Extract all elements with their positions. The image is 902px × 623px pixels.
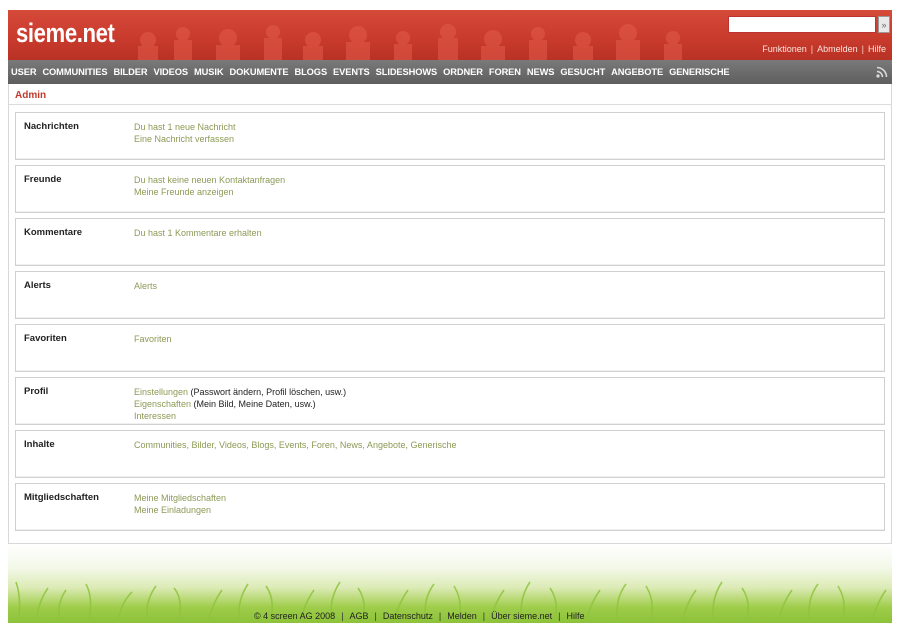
nav-item-musik[interactable]: MUSIK <box>194 67 224 77</box>
section-mitgliedschaften: Mitgliedschaften Meine Mitgliedschaften … <box>15 483 885 531</box>
site-logo[interactable]: sieme.net <box>16 18 115 49</box>
agb-link[interactable]: AGB <box>350 611 369 621</box>
new-message-link[interactable]: Du hast 1 neue Nachricht <box>134 122 236 132</box>
report-link[interactable]: Melden <box>447 611 477 621</box>
section-label: Freunde <box>24 174 62 185</box>
contact-requests-link[interactable]: Du hast keine neuen Kontaktanfragen <box>134 175 285 185</box>
section-links: Alerts <box>134 280 157 292</box>
section-label: Alerts <box>24 280 51 291</box>
nav-item-blogs[interactable]: BLOGS <box>294 67 327 77</box>
separator: | <box>374 611 377 621</box>
section-label: Kommentare <box>24 227 83 238</box>
footer-links: © 4 screen AG 2008 | AGB | Datenschutz |… <box>254 611 585 621</box>
interests-link[interactable]: Interessen <box>134 411 176 421</box>
site-footer: © 4 screen AG 2008 | AGB | Datenschutz |… <box>8 544 892 623</box>
nav-item-events[interactable]: EVENTS <box>333 67 370 77</box>
page-title: Admin <box>15 90 47 101</box>
header-links: Funktionen | Abmelden | Hilfe <box>762 44 886 54</box>
favorites-link[interactable]: Favoriten <box>134 334 172 344</box>
privacy-link[interactable]: Datenschutz <box>383 611 433 621</box>
help-link[interactable]: Hilfe <box>868 44 886 54</box>
section-inhalte: Inhalte Communities, Bilder, Videos, Blo… <box>15 430 885 478</box>
comments-link[interactable]: Du hast 1 Kommentare erhalten <box>134 228 262 238</box>
memberships-link[interactable]: Meine Mitgliedschaften <box>134 493 226 503</box>
section-favoriten: Favoriten Favoriten <box>15 324 885 372</box>
about-link[interactable]: Über sieme.net <box>491 611 552 621</box>
section-alerts: Alerts Alerts <box>15 271 885 319</box>
logout-link[interactable]: Abmelden <box>817 44 858 54</box>
section-nachrichten: Nachrichten Du hast 1 neue Nachricht Ein… <box>15 112 885 160</box>
page: sieme.net » Funktionen | Abmelden | Hilf… <box>0 0 902 623</box>
nav-item-bilder[interactable]: BILDER <box>113 67 147 77</box>
functions-link[interactable]: Funktionen <box>762 44 807 54</box>
nav-item-gesucht[interactable]: GESUCHT <box>560 67 605 77</box>
show-friends-link[interactable]: Meine Freunde anzeigen <box>134 187 234 197</box>
section-label: Mitgliedschaften <box>24 492 99 503</box>
nav-item-news[interactable]: NEWS <box>527 67 555 77</box>
nav-item-ordner[interactable]: ORDNER <box>443 67 483 77</box>
nav-item-dokumente[interactable]: DOKUMENTE <box>229 67 288 77</box>
main-nav: USER COMMUNITIES BILDER VIDEOS MUSIK DOK… <box>8 60 892 84</box>
nav-item-generische[interactable]: GENERISCHE <box>669 67 730 77</box>
section-links: Communities, Bilder, Videos, Blogs, Even… <box>134 439 457 451</box>
properties-link[interactable]: Eigenschaften <box>134 399 191 409</box>
footer-help-link[interactable]: Hilfe <box>567 611 585 621</box>
content-types-link[interactable]: Communities, Bilder, Videos, Blogs, Even… <box>134 440 457 450</box>
settings-note: (Passwort ändern, Profil löschen, usw.) <box>188 387 347 397</box>
separator: | <box>810 44 814 54</box>
separator: | <box>861 44 864 54</box>
section-links: Meine Mitgliedschaften Meine Einladungen <box>134 492 226 516</box>
section-label: Inhalte <box>24 439 55 450</box>
copyright-text: © 4 screen AG 2008 <box>254 611 336 621</box>
separator: | <box>438 611 442 621</box>
properties-note: (Mein Bild, Meine Daten, usw.) <box>191 399 316 409</box>
section-links: Du hast 1 Kommentare erhalten <box>134 227 262 239</box>
admin-panel: Admin Nachrichten Du hast 1 neue Nachric… <box>8 84 892 544</box>
search-button[interactable]: » <box>878 16 890 33</box>
compose-message-link[interactable]: Eine Nachricht verfassen <box>134 134 234 144</box>
section-label: Nachrichten <box>24 121 79 132</box>
separator: | <box>482 611 486 621</box>
rss-icon[interactable] <box>876 66 888 78</box>
separator: | <box>558 611 561 621</box>
section-links: Du hast 1 neue Nachricht Eine Nachricht … <box>134 121 236 145</box>
divider <box>9 104 891 105</box>
invitations-link[interactable]: Meine Einladungen <box>134 505 211 515</box>
section-profil: Profil Einstellungen (Passwort ändern, P… <box>15 377 885 425</box>
section-label: Profil <box>24 386 49 397</box>
nav-item-user[interactable]: USER <box>11 67 37 77</box>
search-input[interactable] <box>728 16 876 33</box>
nav-item-angebote[interactable]: ANGEBOTE <box>611 67 663 77</box>
nav-item-videos[interactable]: VIDEOS <box>153 67 188 77</box>
section-kommentare: Kommentare Du hast 1 Kommentare erhalten <box>15 218 885 266</box>
site-header: sieme.net » Funktionen | Abmelden | Hilf… <box>8 10 892 60</box>
alerts-link[interactable]: Alerts <box>134 281 157 291</box>
nav-item-slideshows[interactable]: SLIDESHOWS <box>376 67 438 77</box>
section-links: Du hast keine neuen Kontaktanfragen Mein… <box>134 174 285 198</box>
section-label: Favoriten <box>24 333 67 344</box>
section-links: Einstellungen (Passwort ändern, Profil l… <box>134 386 346 422</box>
settings-link[interactable]: Einstellungen <box>134 387 188 397</box>
nav-item-foren[interactable]: FOREN <box>489 67 521 77</box>
nav-item-communities[interactable]: COMMUNITIES <box>42 67 107 77</box>
section-links: Favoriten <box>134 333 172 345</box>
separator: | <box>341 611 344 621</box>
section-freunde: Freunde Du hast keine neuen Kontaktanfra… <box>15 165 885 213</box>
